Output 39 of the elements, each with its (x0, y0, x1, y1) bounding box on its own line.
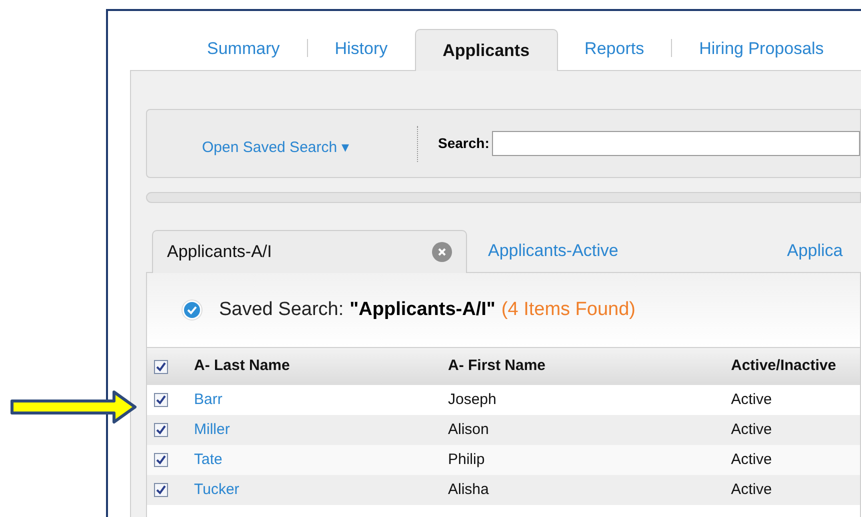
saved-search-tab[interactable]: Applica (787, 229, 843, 272)
last-name-link[interactable]: Barr (194, 388, 448, 412)
table-cell-text: Active (731, 450, 773, 470)
checkbox[interactable] (154, 393, 168, 407)
table-row[interactable]: Tucker Alisha Active (147, 475, 860, 505)
table-cell-text: Active (731, 480, 773, 500)
search-field[interactable] (492, 131, 860, 156)
open-saved-search-link[interactable]: Open Saved Search ▾ (202, 137, 402, 160)
saved-search-label: Saved Search: (219, 298, 344, 322)
saved-search-tab[interactable]: Applicants-Active (467, 229, 787, 272)
nav-tab[interactable]: History (308, 28, 415, 70)
search-label: Search: (438, 134, 490, 153)
close-icon[interactable] (432, 242, 452, 262)
items-found-count: (4 Items Found) (501, 298, 636, 322)
check-circle-icon (181, 299, 203, 321)
saved-search-name: "Applicants-A/I" (350, 298, 496, 322)
table-row[interactable]: Tate Philip Active (147, 445, 860, 475)
checkbox[interactable] (154, 360, 168, 374)
nav-tab[interactable]: Hiring Proposals (672, 28, 851, 70)
column-header[interactable]: A- Last Name (194, 355, 448, 378)
table-cell-text: Alisha (448, 480, 490, 500)
column-header[interactable]: Active/Inactive (731, 355, 860, 378)
checkbox[interactable] (154, 423, 168, 437)
table-row[interactable]: Miller Alison Active (147, 415, 860, 445)
nav-tab[interactable]: Reports (558, 28, 672, 70)
table-cell-text: Active (731, 390, 773, 410)
checkbox[interactable] (154, 453, 168, 467)
saved-search-tab[interactable]: Applicants-A/I (152, 230, 467, 273)
checkbox[interactable] (154, 483, 168, 497)
table-cell-text: Philip (448, 450, 486, 470)
table-cell-text: Alison (448, 420, 490, 440)
last-name-link[interactable]: Tate (194, 448, 448, 472)
column-header[interactable]: A- First Name (448, 355, 731, 378)
last-name-link[interactable]: Miller (194, 418, 448, 442)
table-cell-text: Joseph (448, 390, 498, 410)
nav-tab[interactable]: Applicants (414, 29, 558, 71)
last-name-link[interactable]: Tucker (194, 478, 448, 502)
table-cell-text: Active (731, 420, 773, 440)
nav-tab[interactable]: Summary (180, 28, 307, 70)
